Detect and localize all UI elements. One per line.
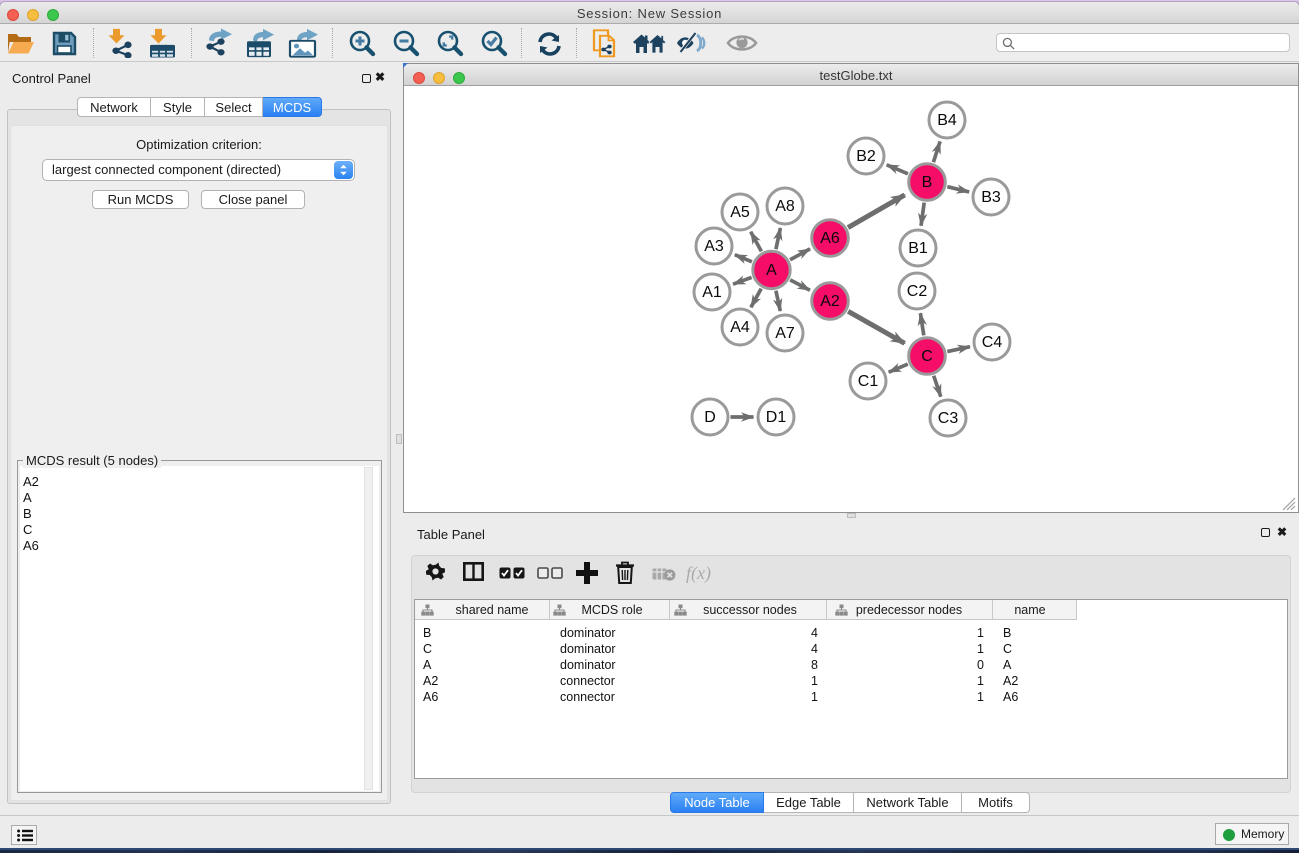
svg-text:A8: A8 [775, 198, 795, 215]
svg-text:A3: A3 [704, 238, 724, 255]
svg-text:C: C [921, 348, 933, 365]
svg-text:D: D [704, 409, 716, 426]
svg-text:B: B [922, 174, 933, 191]
svg-text:A7: A7 [775, 325, 795, 342]
svg-text:A1: A1 [702, 284, 722, 301]
svg-text:A: A [766, 262, 777, 279]
svg-text:B4: B4 [937, 112, 957, 129]
svg-text:C2: C2 [907, 283, 928, 300]
svg-text:B2: B2 [856, 148, 876, 165]
svg-text:B3: B3 [981, 189, 1001, 206]
svg-text:A4: A4 [730, 319, 750, 336]
svg-text:C3: C3 [938, 410, 959, 427]
svg-text:C4: C4 [982, 334, 1003, 351]
svg-text:B1: B1 [908, 240, 928, 257]
svg-text:C1: C1 [858, 373, 879, 390]
svg-text:A2: A2 [820, 293, 840, 310]
svg-text:A5: A5 [730, 204, 750, 221]
svg-text:A6: A6 [820, 230, 840, 247]
svg-text:D1: D1 [766, 409, 787, 426]
